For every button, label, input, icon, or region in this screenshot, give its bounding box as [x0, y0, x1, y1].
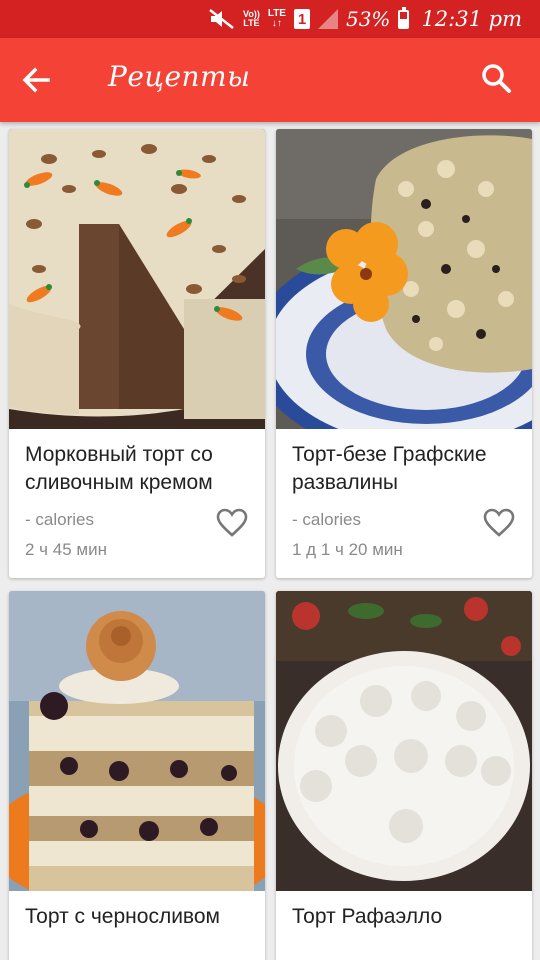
search-button[interactable]: [480, 62, 514, 96]
lte-indicator: LTE ↓↑: [267, 8, 286, 29]
battery-icon: [398, 6, 410, 29]
favorite-button[interactable]: [482, 507, 516, 539]
heart-outline-icon: [483, 508, 515, 537]
battery-percent: 53%: [345, 7, 391, 31]
status-time: 12:31 pm: [421, 7, 522, 31]
recipe-time: 1 д 1 ч 20 мин: [292, 540, 403, 559]
recipe-title: Морковный торт со сливочным кремом: [25, 443, 213, 494]
sim-indicator: 1: [293, 9, 310, 29]
arrow-left-icon: [22, 67, 50, 93]
recipe-title: Торт с черносливом: [25, 905, 220, 928]
recipe-title: Торт Рафаэлло: [292, 905, 443, 928]
mute-icon: [209, 9, 234, 29]
recipe-card[interactable]: Торт-безе Графские развалины - calories …: [276, 129, 532, 578]
volte-indicator: Vo)) LTE: [243, 9, 260, 28]
search-icon: [482, 64, 511, 93]
recipe-image[interactable]: [9, 129, 265, 429]
favorite-button[interactable]: [215, 507, 249, 539]
back-button[interactable]: [20, 64, 52, 96]
recipe-calories: - calories: [292, 510, 361, 529]
recipe-card[interactable]: Торт Рафаэлло: [276, 591, 532, 960]
recipe-time: 2 ч 45 мин: [25, 540, 107, 559]
recipe-card[interactable]: Морковный торт со сливочным кремом - cal…: [9, 129, 265, 578]
signal-icon: [317, 9, 338, 29]
app-bar: Рецепты: [0, 38, 540, 122]
heart-outline-icon: [216, 508, 248, 537]
recipe-image[interactable]: [276, 129, 532, 429]
recipe-image[interactable]: [276, 591, 532, 891]
recipe-calories: - calories: [25, 510, 94, 529]
recipe-image[interactable]: [9, 591, 265, 891]
status-bar: Vo)) LTE LTE ↓↑ 1 53% 12:31 pm: [0, 0, 540, 38]
recipe-title: Торт-безе Графские развалины: [292, 443, 487, 494]
recipe-card[interactable]: Торт с черносливом: [9, 591, 265, 960]
page-title: Рецепты: [108, 60, 251, 93]
